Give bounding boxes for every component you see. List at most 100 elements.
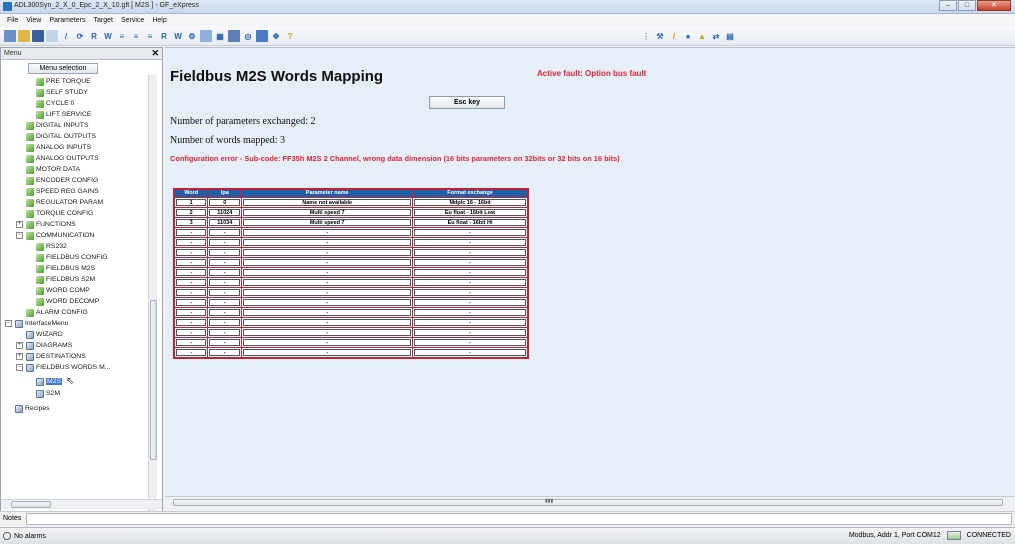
tree-item-motor-data[interactable]: MOTOR DATA (26, 164, 80, 175)
format-exchange-cell-value[interactable]: - (414, 258, 526, 266)
format-exchange-cell-value[interactable]: - (414, 288, 526, 296)
ipa-cell-value[interactable]: - (209, 248, 241, 256)
parameter-name-cell-value[interactable]: - (243, 258, 412, 266)
expand-icon[interactable]: + (16, 221, 23, 228)
tree-item-regulator-param[interactable]: REGULATOR PARAM (26, 197, 103, 208)
tree-item-digital-inputs[interactable]: DIGITAL INPUTS (26, 120, 89, 131)
format-exchange-cell-value[interactable]: - (414, 248, 526, 256)
ipa-cell-value[interactable]: - (209, 328, 241, 336)
graph-icon[interactable]: ◎ (242, 30, 254, 42)
format-exchange-cell-value[interactable]: - (414, 278, 526, 286)
word-cell-value[interactable]: - (176, 348, 207, 356)
edit-icon[interactable]: / (60, 30, 72, 42)
transfer-icon[interactable]: ⇄ (710, 30, 722, 42)
menu-help[interactable]: Help (148, 17, 170, 24)
menu-view[interactable]: View (22, 17, 45, 24)
tree-item-analog-outputs[interactable]: ANALOG OUTPUTS (26, 153, 99, 164)
tree-item-analog-inputs[interactable]: ANALOG INPUTS (26, 142, 91, 153)
tree-item-communication[interactable]: COMMUNICATION (26, 230, 94, 241)
minimize-button[interactable]: – (939, 0, 957, 11)
tree-item-fieldbus-m2s[interactable]: FIELDBUS M2S (36, 263, 95, 274)
parameter-name-cell-value[interactable]: - (243, 308, 412, 316)
collapse-icon[interactable]: − (16, 364, 23, 371)
collapse-icon[interactable]: − (5, 320, 12, 327)
notes-field[interactable] (26, 513, 1012, 525)
tree-vertical-scrollbar[interactable] (148, 75, 157, 520)
tree-item-torque-config[interactable]: TORQUE CONFIG (26, 208, 93, 219)
tree-item-word-decomp[interactable]: WORD DECOMP (36, 296, 99, 307)
tree-item-wizard[interactable]: WIZARD (26, 329, 63, 340)
tree-item-word-comp[interactable]: WORD COMP (36, 285, 90, 296)
tree-item-fieldbus-config[interactable]: FIELDBUS CONFIG (36, 252, 108, 263)
format-exchange-cell-value[interactable]: - (414, 328, 526, 336)
open-icon[interactable] (18, 30, 30, 42)
word-cell-value[interactable]: - (176, 318, 207, 326)
format-exchange-cell-value[interactable]: Eu float - 16bit Hi (414, 218, 526, 226)
menu-service[interactable]: Service (117, 17, 148, 24)
scroll-thumb[interactable] (11, 501, 51, 508)
tree-item-fieldbus-words[interactable]: FIELDBUS WORDS M... (26, 362, 110, 373)
collapse-icon[interactable]: − (16, 232, 23, 239)
scroll-thumb[interactable] (173, 499, 1003, 506)
parameter-name-cell-value[interactable]: - (243, 288, 412, 296)
tree-item-fieldbus-s2m[interactable]: FIELDBUS S2M (36, 274, 95, 285)
wand-icon[interactable]: / (668, 30, 680, 42)
format-exchange-cell-value[interactable]: - (414, 268, 526, 276)
parameter-name-cell-value[interactable]: - (243, 328, 412, 336)
word-cell-value[interactable]: - (176, 278, 207, 286)
copy-icon[interactable] (46, 30, 58, 42)
format-exchange-cell-value[interactable]: Mdplc 16 - 16bit (414, 198, 526, 206)
tree-item-interface-menu[interactable]: InterfaceMenu (15, 318, 68, 329)
parameter-name-cell-value[interactable]: - (243, 228, 412, 236)
expand-icon[interactable]: + (16, 342, 23, 349)
compare3-icon[interactable]: ≡ (144, 30, 156, 42)
parameter-name-cell-value[interactable]: Multi speed 7 (243, 208, 412, 216)
warning-icon[interactable]: ▲ (696, 30, 708, 42)
ipa-cell-value[interactable]: - (209, 298, 241, 306)
tree-item-lift-service[interactable]: LIFT SERVICE (36, 109, 91, 120)
ipa-cell-value[interactable]: - (209, 258, 241, 266)
parameter-name-cell-value[interactable]: - (243, 318, 412, 326)
w-icon[interactable]: W (102, 30, 114, 42)
tree-item-speed-reg-gains[interactable]: SPEED REG GAINS (26, 186, 99, 197)
config-icon[interactable]: ⚙ (186, 30, 198, 42)
tree-item-rs232[interactable]: RS232 (36, 241, 67, 252)
format-exchange-cell-value[interactable]: - (414, 338, 526, 346)
word-cell-value[interactable]: - (176, 258, 207, 266)
close-panel-icon[interactable]: ✕ (151, 48, 159, 59)
compare2-icon[interactable]: ≡ (130, 30, 142, 42)
parameter-name-cell-value[interactable]: - (243, 248, 412, 256)
ipa-cell-value[interactable]: - (209, 308, 241, 316)
tree-horizontal-scrollbar[interactable] (1, 499, 162, 509)
word-cell-value[interactable]: - (176, 238, 207, 246)
format-exchange-cell-value[interactable]: - (414, 298, 526, 306)
word-cell-value[interactable]: - (176, 298, 207, 306)
tree-item-alarm-config[interactable]: ALARM CONFIG (26, 307, 88, 318)
settings-icon[interactable]: ⚒ (654, 30, 666, 42)
save-icon[interactable] (32, 30, 44, 42)
grid-icon[interactable]: ⋮ (640, 30, 652, 42)
r-icon[interactable]: R (88, 30, 100, 42)
tree-item-digital-outputs[interactable]: DIGITAL OUTPUTS (26, 131, 96, 142)
word-cell-value[interactable]: - (176, 248, 207, 256)
menu-selection-button[interactable]: Menu selection (28, 63, 98, 74)
parameter-name-cell-value[interactable]: - (243, 348, 412, 356)
tree-item-encoder-config[interactable]: ENCODER CONFIG (26, 175, 98, 186)
ipa-cell-value[interactable]: 0 (209, 198, 241, 206)
tree-item-functions[interactable]: FUNCTIONS (26, 219, 76, 230)
maximize-button[interactable]: □ (958, 0, 976, 11)
esc-key-button[interactable]: Esc key (429, 96, 505, 109)
tree-item-recipes[interactable]: Recipes (15, 403, 50, 414)
tree-item-destinations[interactable]: DESTINATIONS (26, 351, 86, 362)
monitor-icon[interactable] (200, 30, 212, 42)
tree-item-self-study[interactable]: SELF STUDY (36, 87, 88, 98)
record-icon[interactable]: ● (682, 30, 694, 42)
parameter-name-cell-value[interactable]: - (243, 338, 412, 346)
word-cell-value[interactable]: 2 (176, 208, 207, 216)
word-cell-value[interactable]: 1 (176, 198, 207, 206)
refresh-icon[interactable]: ⟳ (74, 30, 86, 42)
scroll-thumb[interactable] (150, 300, 157, 460)
format-exchange-cell-value[interactable]: - (414, 228, 526, 236)
ipa-cell-value[interactable]: - (209, 278, 241, 286)
table-icon[interactable]: ▤ (724, 30, 736, 42)
